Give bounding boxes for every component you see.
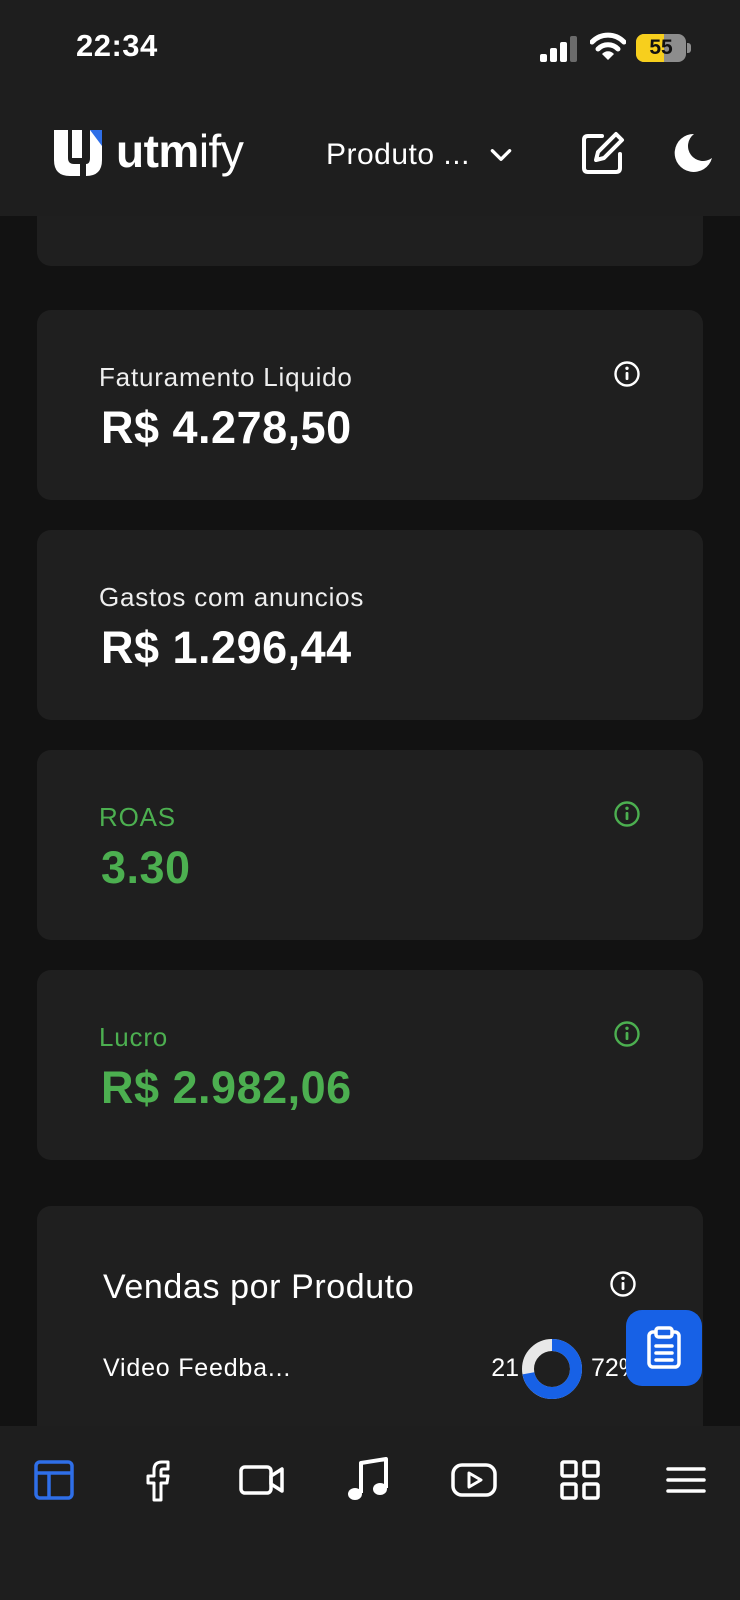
info-icon[interactable] <box>613 1020 641 1048</box>
battery-icon: 55 <box>636 34 691 62</box>
wifi-icon <box>590 32 626 60</box>
metric-value: R$ 2.982,06 <box>101 1062 352 1113</box>
bottom-navigation <box>0 1426 740 1600</box>
app-logo-text: utmify <box>116 124 244 178</box>
metric-card-partial <box>37 216 703 266</box>
dashboard-icon <box>34 1460 74 1500</box>
metric-label: ROAS <box>99 802 176 832</box>
metric-value: R$ 1.296,44 <box>101 622 352 673</box>
chevron-down-icon <box>490 149 512 161</box>
metric-card-gastos: Gastos com anuncios R$ 1.296,44 <box>37 530 703 720</box>
metric-label: Faturamento Liquido <box>99 362 353 392</box>
youtube-icon <box>451 1463 497 1497</box>
nav-apps[interactable] <box>556 1456 604 1504</box>
metric-label: Lucro <box>99 1022 169 1052</box>
metric-card-lucro: Lucro R$ 2.982,06 <box>37 970 703 1160</box>
info-icon[interactable] <box>609 1270 637 1298</box>
product-selector-label: Produto ... <box>326 138 470 171</box>
vendas-title: Vendas por Produto <box>103 1268 415 1306</box>
app-header: utmify Produto ... <box>0 100 740 216</box>
status-bar: 22:34 55 <box>0 0 740 100</box>
nav-facebook[interactable] <box>134 1456 182 1504</box>
product-name: Video Feedba... <box>103 1354 292 1382</box>
battery-level: 55 <box>649 36 673 59</box>
product-selector[interactable]: Produto ... <box>326 130 514 180</box>
video-camera-icon <box>239 1465 284 1495</box>
metric-card-faturamento: Faturamento Liquido R$ 4.278,50 <box>37 310 703 500</box>
metric-card-roas: ROAS 3.30 <box>37 750 703 940</box>
info-icon[interactable] <box>613 800 641 828</box>
music-note-icon <box>348 1457 388 1500</box>
cell-signal-icon <box>540 36 577 62</box>
nav-youtube[interactable] <box>450 1456 498 1504</box>
moon-icon[interactable] <box>672 132 714 174</box>
dashboard-content: Faturamento Liquido R$ 4.278,50 Gastos c… <box>0 216 740 1426</box>
info-icon[interactable] <box>613 360 641 388</box>
vendas-por-produto-card: Vendas por Produto Video Feedba... 21 72… <box>37 1206 703 1426</box>
nav-dashboard[interactable] <box>30 1456 78 1504</box>
nav-music[interactable] <box>344 1456 392 1504</box>
nav-video[interactable] <box>238 1456 286 1504</box>
utmify-logo-icon <box>54 130 102 176</box>
status-time: 22:34 <box>76 28 158 63</box>
logo-text-bold: utm <box>116 125 199 177</box>
nav-menu[interactable] <box>662 1456 710 1504</box>
apps-grid-icon <box>560 1460 600 1500</box>
product-share-donut <box>522 1339 582 1399</box>
logo-text-light: ify <box>198 125 244 177</box>
metric-label: Gastos com anuncios <box>99 582 365 612</box>
menu-icon <box>666 1467 706 1493</box>
facebook-icon <box>146 1460 170 1502</box>
metric-value: 3.30 <box>101 842 191 893</box>
product-sales-count: 21 <box>491 1354 519 1382</box>
edit-icon[interactable] <box>580 130 626 176</box>
clipboard-icon <box>647 1326 681 1369</box>
metric-value: R$ 4.278,50 <box>101 402 352 453</box>
clipboard-fab-button[interactable] <box>626 1310 702 1386</box>
